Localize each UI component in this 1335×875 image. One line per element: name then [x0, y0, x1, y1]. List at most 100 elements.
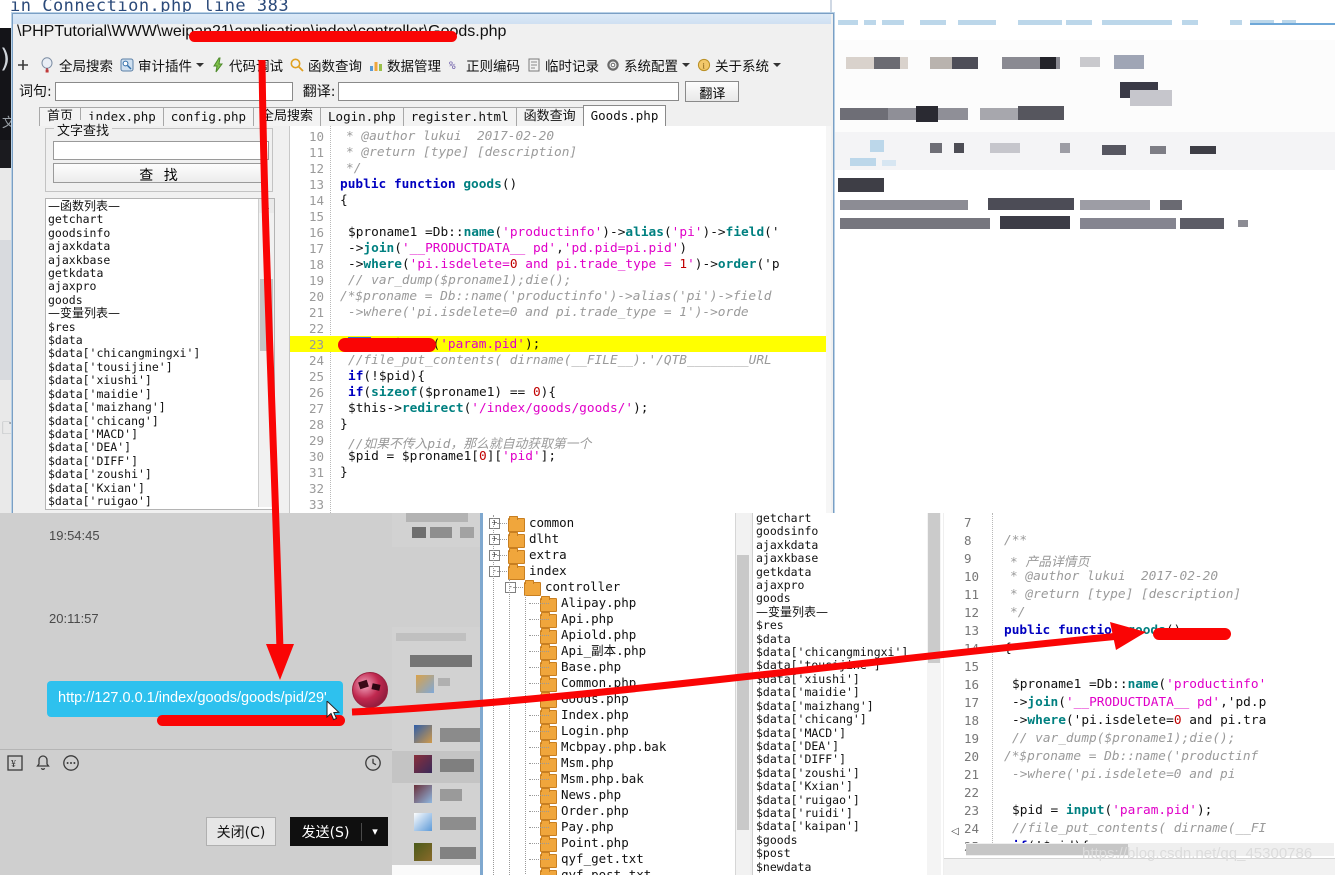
- symbol-list-item[interactable]: $data['chicang']: [48, 414, 254, 428]
- file-tree-node[interactable]: Alipay.php: [561, 595, 636, 611]
- file-tree-node[interactable]: qyf_post.txt: [561, 867, 651, 875]
- file-tree-node[interactable]: controller: [545, 579, 620, 595]
- file-tree-node[interactable]: News.php: [561, 787, 621, 803]
- text-find-button[interactable]: 查 找: [53, 163, 267, 184]
- symbol-list-item[interactable]: ajaxkbase: [756, 551, 924, 565]
- search-translate-row[interactable]: 词句: 翻译: 翻译: [13, 78, 837, 104]
- file-tree-node[interactable]: index: [529, 563, 567, 579]
- symbol-list-item[interactable]: $data['maizhang']: [48, 400, 254, 414]
- toolbar-item-about[interactable]: i 关于系统: [694, 53, 785, 77]
- symbol-list-item[interactable]: $data['ruidi']: [756, 806, 924, 820]
- chat-message-url[interactable]: http://127.0.0.1/index/goods/goods/pid/2…: [58, 690, 327, 706]
- symbol-list-item[interactable]: goodsinfo: [48, 226, 254, 240]
- symbol-list-item[interactable]: $data['chicangmingxi']: [48, 347, 254, 361]
- symbol-list-item[interactable]: $data['DIFF']: [48, 454, 254, 468]
- redpacket-icon[interactable]: ¥: [5, 753, 25, 776]
- code-line[interactable]: }: [340, 465, 348, 480]
- code-line[interactable]: $proname1 =Db::name('productinfo')->alia…: [348, 225, 780, 240]
- file-tree-node[interactable]: extra: [529, 547, 567, 563]
- code-line[interactable]: /*$proname = Db::name('productinfo')->al…: [340, 289, 771, 304]
- code-audit-window[interactable]: \PHPTutorial\WWW\weipan21\application\in…: [12, 13, 834, 515]
- file-tree-node[interactable]: dlht: [529, 531, 559, 547]
- code-line[interactable]: ->where('pi.isdelete=0 and pi.trade_type…: [348, 305, 749, 320]
- editor-tab-7[interactable]: Goods.php: [582, 105, 667, 126]
- symbol-list-item[interactable]: getkdata: [48, 266, 254, 280]
- symbol-list-item[interactable]: $data['ruidi']: [48, 507, 254, 509]
- editor-tab-2[interactable]: config.php: [162, 107, 255, 126]
- code-line[interactable]: if(!$pid){: [348, 369, 425, 384]
- collapse-icon[interactable]: ◁: [949, 826, 961, 838]
- code-line[interactable]: // var_dump($proname1);die();: [1012, 731, 1235, 746]
- code-line[interactable]: $pid = $proname1[0]['pid'];: [348, 449, 556, 464]
- symbol-list-item[interactable]: ajaxkdata: [48, 239, 254, 253]
- chevron-down-icon[interactable]: [773, 63, 781, 67]
- symbol-list-item[interactable]: $data['DEA']: [756, 739, 924, 753]
- symbol-list-item[interactable]: $data: [48, 333, 254, 347]
- translate-button[interactable]: 翻译: [685, 80, 740, 102]
- code-line[interactable]: */: [1010, 605, 1025, 620]
- symbol-list-item[interactable]: ajaxpro: [48, 280, 254, 294]
- code-line[interactable]: * @author lukui 2017-02-20: [1010, 569, 1218, 584]
- symbol-list-item[interactable]: $data['zoushi']: [48, 467, 254, 481]
- code-line[interactable]: * @return [type] [description]: [346, 145, 577, 160]
- code-line[interactable]: if(sizeof($proname1) == 0){: [348, 385, 556, 400]
- main-toolbar[interactable]: 全局搜索 审计插件 代码调试 函数查询 数据管理 % 正则编码 临时记录 系统配…: [13, 52, 831, 78]
- file-tree-node[interactable]: common: [529, 515, 574, 531]
- code-line[interactable]: ->join('__PRODUCTDATA__ pd','pd.pid=pi.p…: [348, 241, 687, 256]
- history-icon[interactable]: [363, 753, 383, 776]
- file-tree-node[interactable]: Point.php: [561, 835, 629, 851]
- toolbar-item-system-config[interactable]: 系统配置: [603, 53, 694, 77]
- file-tree-node[interactable]: Order.php: [561, 803, 629, 819]
- file-tree-node[interactable]: qyf_get.txt: [561, 851, 644, 867]
- toolbar-item-data-management[interactable]: 数据管理: [366, 53, 445, 77]
- code-line[interactable]: //file_put_contents( dirname(__FILE__).'…: [348, 353, 772, 368]
- symbol-list-item[interactable]: $data['DEA']: [48, 440, 254, 454]
- symbol-list-item[interactable]: $data['maidie']: [48, 387, 254, 401]
- code-line[interactable]: public function goods(): [340, 177, 517, 192]
- symbol-list-item[interactable]: $data['ruigao']: [756, 793, 924, 807]
- symbol-list-item[interactable]: $data['xiushi']: [48, 373, 254, 387]
- code-line[interactable]: {: [340, 193, 348, 208]
- symbol-list-item[interactable]: $data['Kxian']: [756, 779, 924, 793]
- code-line[interactable]: $pid = input('param.pid');: [1012, 803, 1212, 818]
- symbol-list-panel[interactable]: —函数列表— getchart goodsinfo ajaxkdata ajaxkbas…: [45, 198, 275, 510]
- chevron-down-icon[interactable]: [682, 63, 690, 67]
- symbol-list-item[interactable]: goods: [756, 592, 924, 606]
- code-line[interactable]: $this->redirect('/index/goods/goods/');: [348, 401, 649, 416]
- code-line[interactable]: * @return [type] [description]: [1010, 587, 1241, 602]
- symbol-list-item[interactable]: $data['ruigao']: [48, 494, 254, 508]
- symbol-list-item[interactable]: $res: [48, 320, 254, 334]
- code-line[interactable]: ->where('pi.isdelete=0 and pi: [1012, 767, 1235, 782]
- file-tree-node[interactable]: Mcbpay.php.bak: [561, 739, 666, 755]
- symbol-list-item[interactable]: ajaxpro: [756, 578, 924, 592]
- find-and-symbols-panel[interactable]: 文字查找 查 找 —函数列表— getchart goodsinfo ajaxkdat…: [39, 120, 290, 513]
- editor-tab-4[interactable]: Login.php: [320, 107, 404, 126]
- symbol-list-item[interactable]: $data['zoushi']: [756, 766, 924, 780]
- symbol-list-item[interactable]: ajaxkbase: [48, 253, 254, 267]
- text-find-input[interactable]: [53, 141, 269, 160]
- send-button[interactable]: 发送(S) ▾: [290, 817, 388, 846]
- file-tree-node[interactable]: Pay.php: [561, 819, 614, 835]
- symbol-list-item[interactable]: getchart: [48, 212, 254, 226]
- toolbar-item-temp-record[interactable]: 临时记录: [524, 53, 603, 77]
- chevron-down-icon[interactable]: ▾: [362, 825, 388, 838]
- toolbar-item-audit-plugin[interactable]: 审计插件: [117, 53, 208, 77]
- code-line[interactable]: }: [340, 417, 348, 432]
- code-line[interactable]: * @author lukui 2017-02-20: [346, 129, 554, 144]
- code-line[interactable]: // var_dump($proname1);die();: [348, 273, 571, 288]
- symbol-list-item[interactable]: $goods: [756, 833, 924, 847]
- code-line[interactable]: /*$proname = Db::name('productinf: [1004, 749, 1258, 764]
- editor-tabstrip[interactable]: 首页 index.php config.php 全局搜索 Login.php regist…: [39, 105, 831, 127]
- symbol-list-item[interactable]: $newdata: [756, 860, 924, 874]
- close-button[interactable]: 关闭(C): [206, 817, 276, 846]
- main-code-editor[interactable]: 10 * @author lukui 2017-02-20 11 * @return …: [290, 126, 831, 513]
- symbol-list-item[interactable]: $data['kaipan']: [756, 819, 924, 833]
- symbol-list-item[interactable]: $post: [756, 846, 924, 860]
- more-icon[interactable]: [61, 753, 81, 776]
- file-tree-node[interactable]: Msm.php: [561, 755, 614, 771]
- symbol-list-item[interactable]: $data['MACD']: [48, 427, 254, 441]
- symbol-list-item[interactable]: getkdata: [756, 565, 924, 579]
- symbol-group-header[interactable]: —函数列表—: [48, 199, 254, 213]
- toolbar-item-regex-encode[interactable]: % 正则编码: [445, 53, 524, 77]
- symbol-group-header[interactable]: —变量列表—: [756, 605, 924, 619]
